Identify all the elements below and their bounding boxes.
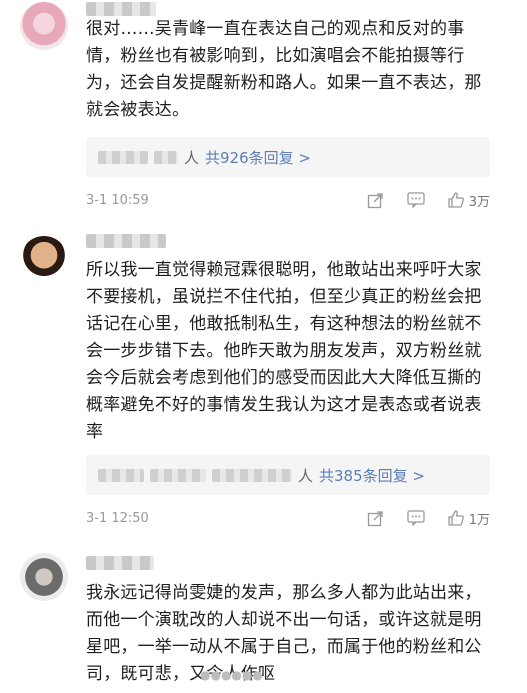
comment-text: 很对……吴青峰一直在表达自己的观点和反对的事情，粉丝也有被影响到，比如演唱会不能… — [86, 19, 482, 120]
avatar[interactable] — [20, 236, 68, 284]
share-icon[interactable] — [367, 191, 385, 209]
avatar[interactable] — [20, 553, 68, 601]
timestamp: 3-1 10:59 — [86, 192, 149, 208]
comment-text: 所以我一直觉得赖冠霖很聪明，他敢站出来呼吁大家不要接机，虽说拦不住代拍，但至少真… — [86, 260, 482, 442]
like-icon[interactable] — [447, 509, 465, 527]
like-count: 3万 — [468, 194, 490, 210]
reply-users-blurred — [98, 468, 144, 482]
reply-count-link[interactable]: 共926条回复 > — [205, 147, 311, 168]
username[interactable] — [86, 2, 156, 16]
like-icon[interactable] — [447, 191, 465, 209]
reply-users-blurred — [150, 468, 206, 482]
reply-count-link[interactable]: 共385条回复 > — [319, 465, 425, 486]
reply-users-blurred — [98, 150, 148, 164]
reply-summary[interactable]: 人 共385条回复 > — [86, 455, 490, 495]
comment-text: 我永远记得尚雯婕的发声，那么多人都为此站出来，而他一个演耽改的人却说不出一句话，… — [86, 583, 482, 684]
timestamp: 3-1 12:50 — [86, 510, 149, 526]
comment-icon[interactable] — [407, 191, 425, 209]
share-icon[interactable] — [367, 509, 385, 527]
reply-users-blurred — [154, 150, 178, 164]
avatar[interactable] — [20, 2, 68, 50]
reply-users-blurred — [212, 468, 292, 482]
comment-icon[interactable] — [407, 509, 425, 527]
reply-summary[interactable]: 人 共926条回复 > — [86, 137, 490, 177]
username[interactable] — [86, 234, 166, 248]
like-count: 1万 — [468, 512, 490, 528]
watermark: ●●●●●● — [200, 668, 263, 682]
username[interactable] — [86, 556, 154, 570]
reply-users-suffix: 人 — [298, 466, 314, 485]
comment-meta: 3-1 12:50 1万 — [86, 507, 490, 529]
reply-users-suffix: 人 — [184, 148, 200, 167]
comment-meta: 3-1 10:59 3万 — [86, 189, 490, 211]
